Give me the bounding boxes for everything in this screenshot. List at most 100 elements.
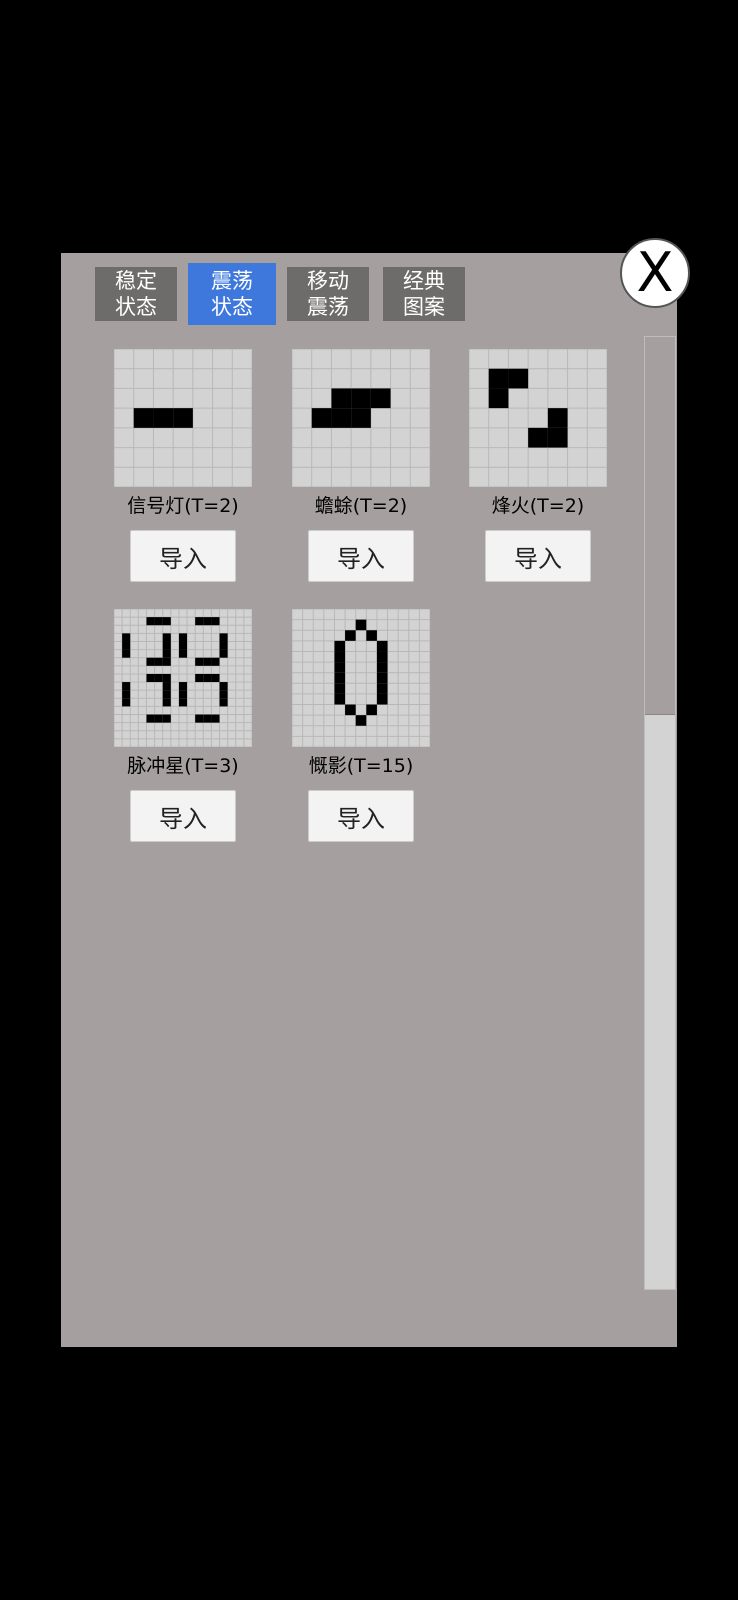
- live-cell: [133, 408, 154, 428]
- live-cell: [162, 649, 171, 658]
- live-cell: [146, 714, 155, 723]
- live-cell: [146, 673, 155, 683]
- tab-oscillator[interactable]: 震荡 状态: [188, 263, 276, 325]
- live-cell: [547, 408, 568, 428]
- pattern-label: 脉冲星(T=3): [127, 755, 239, 777]
- live-cell: [178, 649, 188, 658]
- live-cell: [178, 641, 188, 650]
- live-cell: [376, 662, 388, 673]
- live-cell: [162, 714, 171, 723]
- live-cell: [203, 657, 212, 666]
- live-cell: [351, 408, 371, 428]
- pattern-preview-grid: [114, 609, 252, 747]
- live-cell: [488, 368, 509, 389]
- pattern-preview-grid: [114, 349, 252, 487]
- live-cell: [488, 388, 509, 409]
- live-cell: [331, 408, 352, 428]
- tab-stable[interactable]: 稳定 状态: [95, 267, 177, 321]
- live-cell: [219, 641, 228, 650]
- pattern-preview-svg: [114, 609, 252, 747]
- live-cell: [211, 673, 220, 683]
- live-cell: [219, 633, 228, 642]
- import-button[interactable]: 导入: [130, 530, 236, 582]
- live-cell: [162, 633, 171, 642]
- pattern-preview-svg: [292, 609, 430, 747]
- live-cell: [162, 617, 171, 626]
- live-cell: [122, 690, 131, 699]
- live-cell: [219, 682, 228, 691]
- live-cell: [178, 690, 188, 699]
- import-button[interactable]: 导入: [308, 530, 414, 582]
- pattern-library-panel: 稳定 状态 震荡 状态 移动 震荡 经典 图案 信号灯(T=2) 导入 蟾蜍(T…: [61, 253, 677, 1347]
- live-cell: [162, 641, 171, 650]
- live-cell: [366, 704, 377, 716]
- pattern-label: 蟾蜍(T=2): [314, 495, 408, 517]
- live-cell: [203, 617, 212, 626]
- live-cell: [146, 617, 155, 626]
- live-cell: [203, 714, 212, 723]
- live-cell: [376, 651, 388, 663]
- pattern-label: 信号灯(T=2): [127, 495, 239, 517]
- live-cell: [178, 698, 188, 707]
- live-cell: [173, 408, 193, 428]
- live-cell: [154, 673, 163, 683]
- pattern-preview-grid: [469, 349, 607, 487]
- live-cell: [122, 633, 131, 642]
- live-cell: [178, 633, 188, 642]
- live-cell: [154, 617, 163, 626]
- live-cell: [376, 640, 388, 652]
- live-cell: [355, 619, 367, 631]
- tab-moving-oscillator[interactable]: 移动 震荡: [287, 267, 369, 321]
- live-cell: [366, 630, 377, 641]
- live-cell: [334, 662, 346, 673]
- live-cell: [122, 649, 131, 658]
- close-button[interactable]: X: [620, 238, 690, 308]
- live-cell: [195, 617, 204, 626]
- import-button[interactable]: 导入: [308, 790, 414, 842]
- live-cell: [376, 693, 388, 705]
- live-cell: [211, 657, 220, 666]
- live-cell: [146, 657, 155, 666]
- pattern-label: 烽火(T=2): [491, 495, 585, 517]
- live-cell: [351, 388, 371, 409]
- live-cell: [345, 630, 356, 641]
- live-cell: [154, 714, 163, 723]
- live-cell: [334, 640, 346, 652]
- scrollbar-thumb[interactable]: [645, 337, 675, 715]
- vertical-scrollbar[interactable]: [644, 336, 676, 1290]
- live-cell: [211, 617, 220, 626]
- tab-classic-patterns[interactable]: 经典 图案: [383, 267, 465, 321]
- live-cell: [331, 388, 352, 409]
- live-cell: [376, 672, 388, 684]
- pattern-label: 慨影(T=15): [308, 755, 414, 777]
- live-cell: [195, 657, 204, 666]
- live-cell: [334, 693, 346, 705]
- live-cell: [178, 682, 188, 691]
- live-cell: [219, 649, 228, 658]
- live-cell: [153, 408, 174, 428]
- live-cell: [355, 715, 367, 726]
- pattern-preview-svg: [469, 349, 607, 487]
- live-cell: [203, 673, 212, 683]
- pattern-preview-svg: [292, 349, 430, 487]
- live-cell: [508, 368, 529, 389]
- live-cell: [334, 651, 346, 663]
- live-cell: [195, 673, 204, 683]
- live-cell: [528, 427, 548, 448]
- live-cell: [162, 673, 171, 683]
- live-cell: [219, 690, 228, 699]
- live-cell: [211, 714, 220, 723]
- live-cell: [370, 388, 391, 409]
- pattern-preview-grid: [292, 349, 430, 487]
- import-button[interactable]: 导入: [485, 530, 591, 582]
- live-cell: [219, 698, 228, 707]
- live-cell: [162, 690, 171, 699]
- live-cell: [162, 682, 171, 691]
- live-cell: [122, 682, 131, 691]
- pattern-preview-grid: [292, 609, 430, 747]
- live-cell: [311, 408, 332, 428]
- live-cell: [334, 683, 346, 694]
- import-button[interactable]: 导入: [130, 790, 236, 842]
- live-cell: [162, 698, 171, 707]
- live-cell: [547, 427, 568, 448]
